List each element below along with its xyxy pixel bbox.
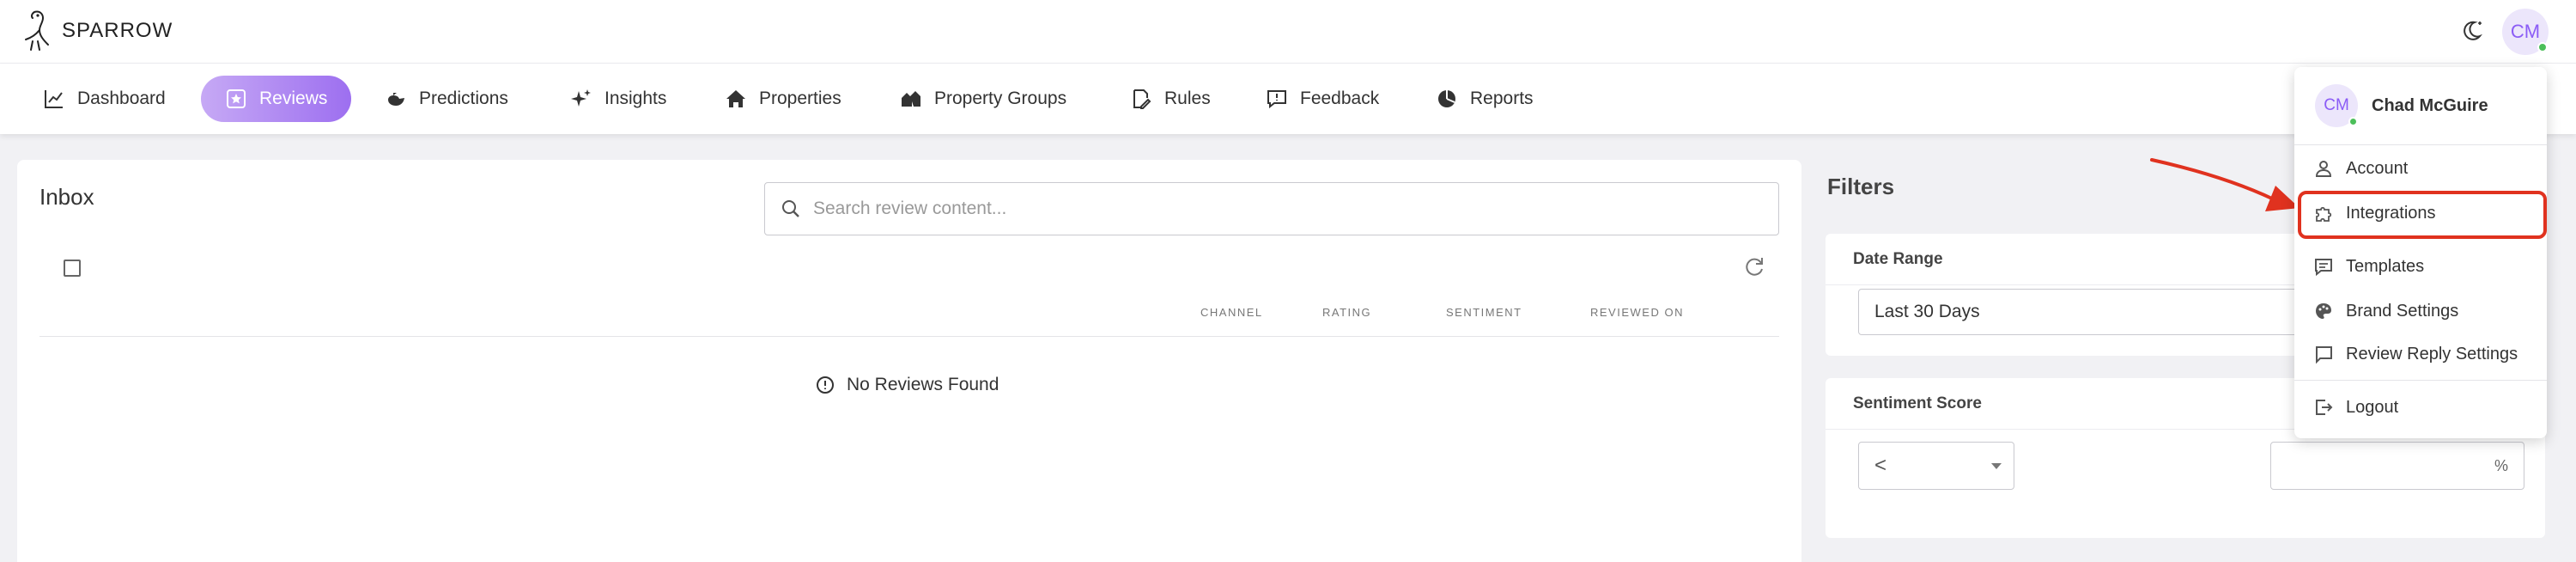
menu-item-brand-settings[interactable]: Brand Settings <box>2313 301 2458 321</box>
search-icon <box>782 200 799 217</box>
sparkles-icon <box>571 89 591 107</box>
user-menu: CM Chad McGuire Account Integrations Tem… <box>2294 67 2547 438</box>
online-status-dot <box>2537 42 2548 52</box>
dark-mode-toggle-icon[interactable] <box>2454 14 2488 48</box>
info-circle-icon <box>817 376 834 394</box>
user-avatar-button[interactable]: CM <box>2502 9 2549 55</box>
document-edit-icon <box>1133 89 1151 109</box>
nav-insights[interactable]: Insights <box>563 76 673 122</box>
nav-label: Feedback <box>1300 89 1380 108</box>
avatar-initials: CM <box>2510 21 2541 42</box>
chevron-down-icon <box>1991 463 2002 469</box>
app-name: SPARROW <box>62 19 173 42</box>
nav-property-groups[interactable]: Property Groups <box>893 76 1073 122</box>
column-header-reviewed-on[interactable]: REVIEWED ON <box>1590 306 1684 319</box>
menu-item-logout[interactable]: Logout <box>2313 397 2398 418</box>
main-nav: Dashboard Reviews Predictions Insights P… <box>0 64 2576 134</box>
menu-item-label: Account <box>2346 158 2409 178</box>
select-all-checkbox[interactable] <box>64 260 81 277</box>
message-icon <box>2315 259 2332 277</box>
top-bar: SPARROW CM <box>0 0 2576 64</box>
menu-avatar: CM <box>2315 84 2358 127</box>
search-input[interactable] <box>813 199 1741 219</box>
person-icon <box>2315 161 2332 177</box>
feedback-icon <box>1267 90 1286 109</box>
table-divider <box>39 336 1779 337</box>
online-status-dot <box>2348 117 2358 126</box>
nav-label: Properties <box>759 89 841 108</box>
menu-item-label: Logout <box>2346 397 2399 417</box>
menu-item-review-reply-settings[interactable]: Review Reply Settings <box>2313 344 2518 364</box>
nav-label: Rules <box>1164 89 1211 108</box>
nav-properties[interactable]: Properties <box>718 76 848 122</box>
date-range-value: Last 30 Days <box>1874 302 1980 321</box>
menu-item-account[interactable]: Account <box>2313 158 2408 179</box>
operator-value: < <box>1874 454 1887 477</box>
nav-label: Predictions <box>419 89 508 108</box>
search-box[interactable] <box>764 182 1779 235</box>
column-header-sentiment[interactable]: SENTIMENT <box>1446 306 1522 319</box>
user-name: Chad McGuire <box>2372 95 2488 115</box>
inbox-title: Inbox <box>39 184 94 210</box>
percent-unit: % <box>2494 457 2508 474</box>
nav-predictions[interactable]: Predictions <box>378 76 515 122</box>
empty-message: No Reviews Found <box>847 375 999 394</box>
menu-divider <box>2294 380 2547 381</box>
nav-label: Property Groups <box>934 89 1067 108</box>
filters-title: Filters <box>1827 174 1895 199</box>
annotation-highlight-box <box>2298 191 2547 239</box>
buildings-icon <box>902 91 920 107</box>
nav-label: Insights <box>605 89 667 108</box>
brand[interactable]: SPARROW <box>19 7 173 55</box>
column-header-rating[interactable]: RATING <box>1322 306 1371 319</box>
logout-icon <box>2316 400 2333 415</box>
nav-feedback[interactable]: Feedback <box>1259 76 1386 122</box>
magic-lamp-icon <box>388 93 404 106</box>
refresh-icon[interactable] <box>1741 254 1767 280</box>
chart-line-icon <box>45 90 63 108</box>
menu-divider <box>2294 144 2547 145</box>
menu-item-label: Brand Settings <box>2346 301 2459 321</box>
sentiment-percent-input[interactable]: % <box>2270 442 2524 490</box>
empty-state: No Reviews Found <box>816 375 999 395</box>
sparrow-logo-icon <box>25 10 49 51</box>
menu-item-label: Templates <box>2346 256 2425 276</box>
home-icon <box>726 90 745 107</box>
nav-dashboard[interactable]: Dashboard <box>36 76 173 122</box>
menu-avatar-initials: CM <box>2324 96 2349 114</box>
nav-reviews[interactable]: Reviews <box>201 76 352 122</box>
palette-icon <box>2316 303 2331 319</box>
inbox-card: Inbox CHANNEL RATING SENTIMENT REVIEWED … <box>17 160 1801 562</box>
nav-reports[interactable]: Reports <box>1429 76 1540 122</box>
nav-label: Reviews <box>259 89 328 108</box>
annotation-arrow-icon <box>2150 158 2300 211</box>
sentiment-operator-select[interactable]: < <box>1858 442 2014 490</box>
column-header-channel[interactable]: CHANNEL <box>1200 306 1263 319</box>
menu-item-label: Review Reply Settings <box>2346 344 2518 363</box>
star-box-icon <box>227 89 246 108</box>
nav-label: Reports <box>1470 89 1534 108</box>
menu-user-header: CM Chad McGuire <box>2315 84 2488 127</box>
comment-icon <box>2316 346 2332 364</box>
nav-label: Dashboard <box>77 89 166 108</box>
menu-item-templates[interactable]: Templates <box>2313 256 2424 277</box>
pie-chart-icon <box>1438 90 1455 107</box>
nav-rules[interactable]: Rules <box>1123 76 1218 122</box>
